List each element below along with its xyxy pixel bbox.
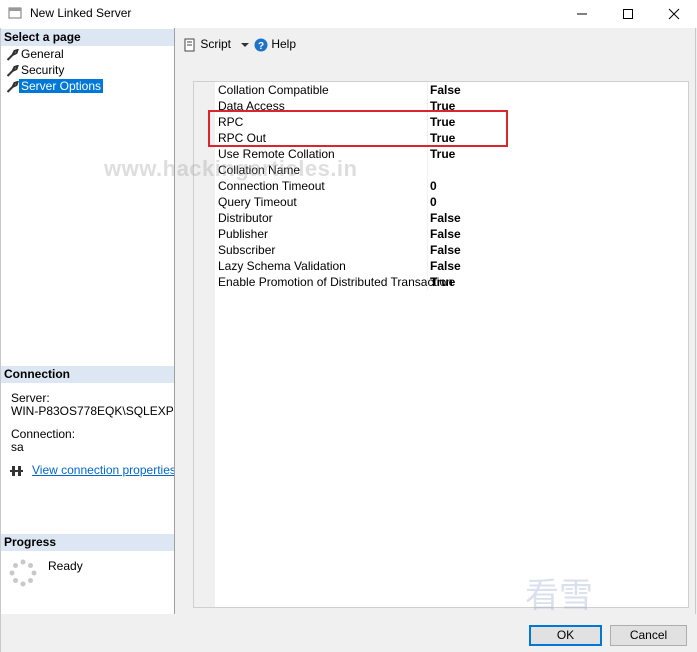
watermark-text: www.hackingarticles.in <box>104 156 358 181</box>
progress-spinner-icon <box>9 559 37 587</box>
column-divider <box>427 194 428 210</box>
page-server-options-label: Server Options <box>19 79 104 93</box>
pane-splitter[interactable] <box>174 28 176 614</box>
property-value[interactable]: True <box>430 147 455 161</box>
title-bar: New Linked Server <box>0 0 697 28</box>
column-divider <box>427 274 428 290</box>
property-value[interactable]: False <box>430 227 461 241</box>
help-button[interactable]: ? Help <box>254 36 296 52</box>
page-security[interactable]: Security <box>6 63 66 77</box>
property-row[interactable]: Lazy Schema Validation False <box>215 258 687 274</box>
wrench-icon <box>6 80 19 93</box>
rpc-highlight-box <box>208 110 508 147</box>
svg-text:?: ? <box>258 41 264 52</box>
server-value: WIN-P83OS778EQK\SQLEXPRE <box>11 405 173 418</box>
minimize-button[interactable] <box>559 0 605 28</box>
left-pane <box>1 28 174 614</box>
column-divider <box>427 226 428 242</box>
toolbar: Script ? Help <box>177 28 696 60</box>
page-general-label: General <box>21 47 64 61</box>
column-divider <box>427 210 428 226</box>
property-value[interactable]: False <box>430 211 461 225</box>
property-name: Lazy Schema Validation <box>218 259 346 273</box>
property-row[interactable]: Distributor False <box>215 210 687 226</box>
script-label: Script <box>200 37 232 51</box>
property-name: Query Timeout <box>218 195 297 209</box>
column-divider <box>427 146 428 162</box>
property-row[interactable]: Publisher False <box>215 226 687 242</box>
script-icon <box>184 38 195 52</box>
wrench-icon <box>6 64 19 77</box>
column-divider <box>427 242 428 258</box>
cancel-button[interactable]: Cancel <box>610 625 687 646</box>
property-row[interactable]: Subscriber False <box>215 242 687 258</box>
property-value[interactable]: 0 <box>430 179 437 193</box>
window-title: New Linked Server <box>30 6 132 20</box>
page-general[interactable]: General <box>6 47 66 61</box>
ok-button[interactable]: OK <box>529 625 602 646</box>
property-value[interactable]: False <box>430 243 461 257</box>
connection-header: Connection <box>1 366 174 383</box>
chevron-down-icon[interactable] <box>240 41 250 49</box>
server-label: Server: <box>11 392 50 405</box>
close-icon <box>668 8 680 20</box>
property-value[interactable]: True <box>430 275 455 289</box>
app-icon <box>8 7 22 19</box>
property-value[interactable]: False <box>430 83 461 97</box>
property-row[interactable]: Collation Compatible False <box>215 82 687 98</box>
connection-properties-icon <box>10 466 23 476</box>
property-name: Enable Promotion of Distributed Transact… <box>218 275 453 289</box>
help-label: Help <box>271 37 297 51</box>
property-name: Subscriber <box>218 243 276 257</box>
page-server-options[interactable]: Server Options <box>6 79 104 93</box>
column-divider <box>427 178 428 194</box>
property-value[interactable]: 0 <box>430 195 437 209</box>
maximize-button[interactable] <box>605 0 651 28</box>
column-divider <box>427 162 428 178</box>
connection-value: sa <box>11 441 24 454</box>
select-page-header: Select a page <box>1 29 174 46</box>
help-icon: ? <box>254 38 268 52</box>
connection-label: Connection: <box>11 428 76 441</box>
property-name: Distributor <box>218 211 273 225</box>
watermark-logo: 看雪 <box>525 576 593 616</box>
property-name: Publisher <box>218 227 269 241</box>
page-security-label: Security <box>21 63 65 77</box>
progress-header: Progress <box>1 534 174 551</box>
maximize-icon <box>623 9 633 19</box>
property-row[interactable]: Query Timeout 0 <box>215 194 687 210</box>
column-divider <box>427 82 428 98</box>
minimize-icon <box>577 13 587 15</box>
wrench-icon <box>6 48 19 61</box>
view-connection-properties-link[interactable]: View connection properties <box>32 463 176 477</box>
script-button[interactable]: Script <box>183 36 250 52</box>
column-divider <box>427 258 428 274</box>
property-name: Collation Compatible <box>218 83 329 97</box>
property-row[interactable]: Enable Promotion of Distributed Transact… <box>215 274 687 290</box>
close-button[interactable] <box>651 0 697 28</box>
property-value[interactable]: False <box>430 259 461 273</box>
progress-status: Ready <box>48 559 83 573</box>
